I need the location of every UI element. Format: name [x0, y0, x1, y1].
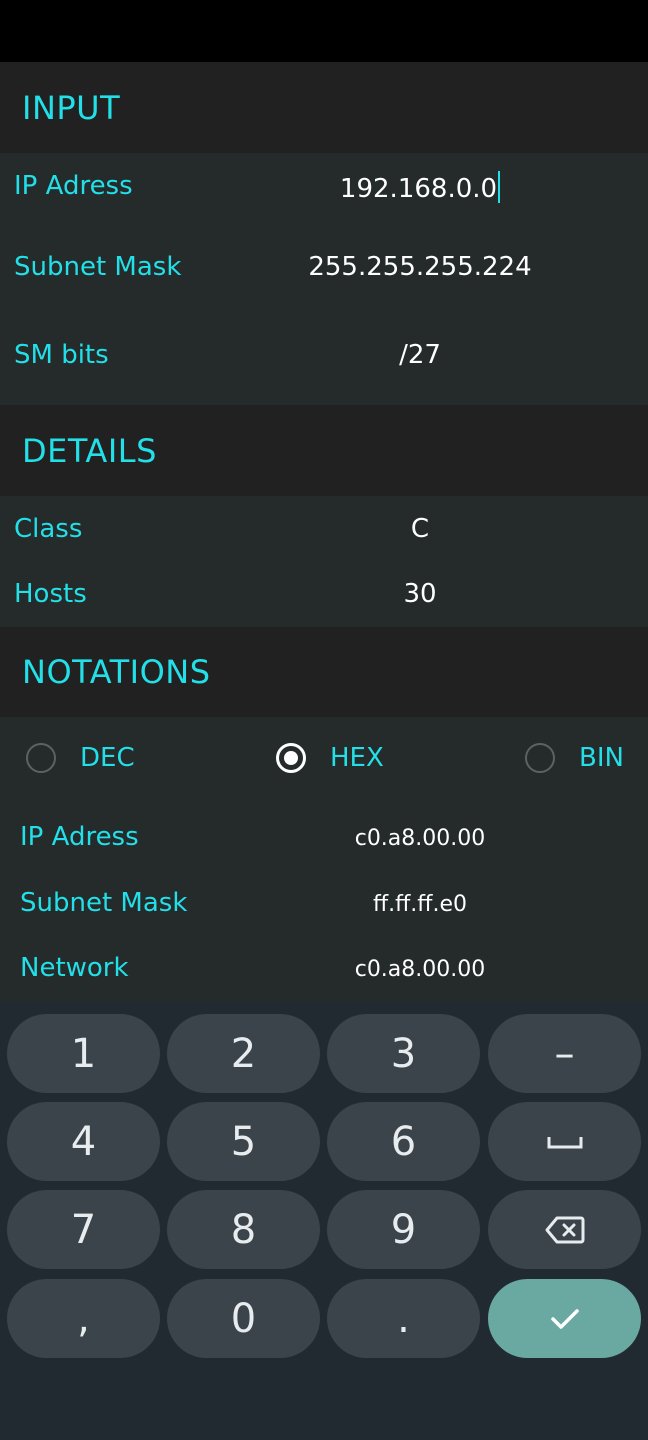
key-1[interactable]: 1 — [7, 1014, 160, 1093]
key-backspace[interactable] — [488, 1190, 641, 1269]
notations-section-header: NOTATIONS — [0, 627, 648, 717]
ip-address-input[interactable]: 192.168.0.0 — [270, 171, 570, 204]
key-comma[interactable]: , — [7, 1279, 160, 1358]
notation-network-value: c0.a8.00.00 — [354, 957, 486, 982]
space-icon — [547, 1136, 582, 1148]
radio-bin-label: BIN — [579, 743, 624, 773]
key-9[interactable]: 9 — [327, 1190, 480, 1269]
input-section-header: INPUT — [0, 62, 648, 153]
sm-bits-label: SM bits — [14, 340, 109, 370]
key-period[interactable]: . — [327, 1279, 480, 1358]
notations-section-title: NOTATIONS — [22, 653, 211, 691]
sm-bits-input[interactable]: /27 — [270, 340, 570, 370]
key-4[interactable]: 4 — [7, 1102, 160, 1181]
key-8[interactable]: 8 — [167, 1190, 320, 1269]
radio-hex[interactable]: HEX — [276, 743, 384, 773]
check-icon — [550, 1308, 579, 1329]
key-minus[interactable]: – — [488, 1014, 641, 1093]
key-6[interactable]: 6 — [327, 1102, 480, 1181]
class-label: Class — [14, 514, 83, 544]
key-7[interactable]: 7 — [7, 1190, 160, 1269]
input-section-title: INPUT — [22, 88, 121, 127]
notation-network-label: Network — [20, 953, 129, 983]
hosts-label: Hosts — [14, 579, 87, 609]
backspace-icon — [545, 1216, 584, 1243]
key-enter[interactable] — [488, 1279, 641, 1358]
key-3[interactable]: 3 — [327, 1014, 480, 1093]
hosts-value: 30 — [403, 579, 437, 609]
notation-mask-label: Subnet Mask — [20, 888, 188, 918]
key-2[interactable]: 2 — [167, 1014, 320, 1093]
class-value: C — [410, 514, 430, 544]
subnet-mask-label: Subnet Mask — [14, 252, 182, 282]
input-section-body: IP Adress 192.168.0.0 Subnet Mask 255.25… — [0, 153, 648, 405]
subnet-mask-input[interactable]: 255.255.255.224 — [270, 252, 570, 282]
radio-dec[interactable]: DEC — [26, 743, 135, 773]
radio-dec-label: DEC — [80, 743, 135, 773]
ip-address-label: IP Adress — [14, 171, 133, 201]
radio-dec-circle — [26, 743, 56, 773]
radio-hex-label: HEX — [330, 743, 384, 773]
notation-radio-group: DEC HEX BIN — [0, 730, 648, 794]
key-0[interactable]: 0 — [167, 1279, 320, 1358]
numeric-keyboard: 1 2 3 – 4 5 6 7 8 9 , 0 . — [0, 1002, 648, 1440]
details-section-header: DETAILS — [0, 405, 648, 496]
radio-bin[interactable]: BIN — [525, 743, 624, 773]
radio-hex-circle — [276, 743, 306, 773]
radio-bin-circle — [525, 743, 555, 773]
status-bar — [0, 0, 648, 62]
details-section-body: Class C Hosts 30 — [0, 496, 648, 627]
notation-mask-value: ff.ff.ff.e0 — [373, 892, 467, 917]
key-5[interactable]: 5 — [167, 1102, 320, 1181]
notation-ip-label: IP Adress — [20, 822, 139, 852]
details-section-title: DETAILS — [22, 431, 157, 470]
notation-ip-value: c0.a8.00.00 — [354, 826, 486, 851]
text-cursor — [498, 171, 501, 203]
key-space[interactable] — [488, 1102, 641, 1181]
ip-address-value: 192.168.0.0 — [339, 174, 498, 204]
